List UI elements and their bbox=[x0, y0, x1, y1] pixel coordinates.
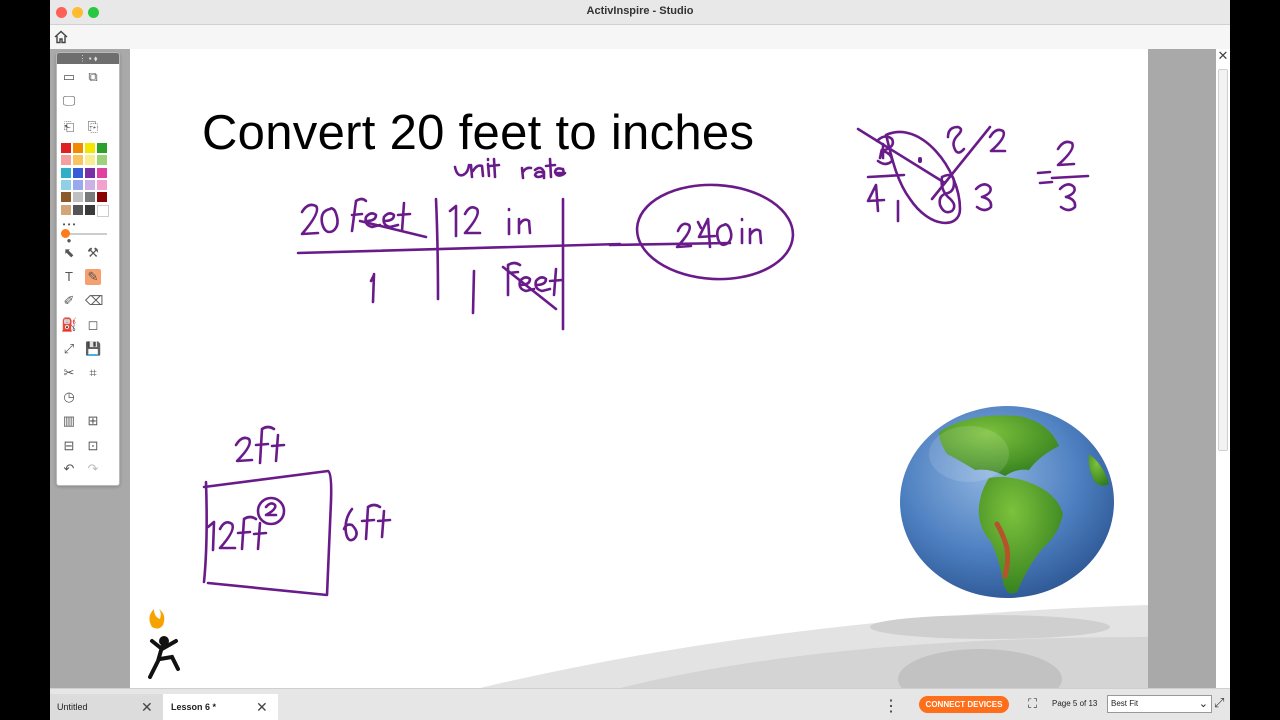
more-options-icon[interactable]: ⋮ bbox=[883, 696, 899, 716]
tab-label: Lesson 6 * bbox=[171, 702, 217, 712]
redo-icon[interactable]: ↷ bbox=[85, 461, 101, 477]
camera-icon[interactable]: ⌗ bbox=[85, 365, 101, 381]
scrollbar-thumb[interactable] bbox=[1218, 69, 1228, 451]
close-page-icon[interactable]: ✕ bbox=[1216, 49, 1230, 63]
color-swatch[interactable] bbox=[61, 155, 71, 166]
color-swatch[interactable] bbox=[73, 204, 83, 215]
highlighter-icon[interactable]: ✐ bbox=[61, 293, 77, 309]
flipchart-page[interactable]: Convert 20 feet to inches bbox=[130, 49, 1148, 688]
color-swatch[interactable] bbox=[85, 155, 95, 166]
fill-icon[interactable]: ⛽ bbox=[61, 317, 77, 333]
tab-lesson-6[interactable]: Lesson 6 * ✕ bbox=[163, 694, 278, 720]
activinspire-logo bbox=[148, 609, 180, 679]
home-icon[interactable] bbox=[53, 29, 69, 45]
desktop-icon[interactable]: ⧉ bbox=[85, 69, 101, 85]
color-swatch[interactable] bbox=[97, 167, 107, 178]
pen-icon[interactable]: ✎ bbox=[85, 269, 101, 285]
color-swatch[interactable] bbox=[97, 155, 107, 166]
color-swatch[interactable] bbox=[73, 167, 83, 178]
text-icon[interactable]: T bbox=[61, 269, 77, 285]
color-swatch[interactable] bbox=[61, 204, 71, 215]
spotlight-icon[interactable]: ⊡ bbox=[85, 438, 101, 454]
color-swatch[interactable] bbox=[61, 143, 71, 153]
color-swatch[interactable] bbox=[85, 143, 95, 153]
color-swatch[interactable] bbox=[61, 192, 71, 203]
fullscreen-icon[interactable]: ⤢ bbox=[1214, 695, 1224, 711]
color-swatch[interactable] bbox=[85, 179, 95, 190]
color-swatch[interactable] bbox=[97, 204, 109, 217]
sub-bar bbox=[50, 25, 1230, 49]
page-forward-icon[interactable]: ⎘ bbox=[85, 119, 101, 135]
title-bar: ActivInspire - Studio bbox=[50, 0, 1230, 25]
canvas-stage: Convert 20 feet to inches bbox=[50, 49, 1230, 688]
revealer-icon[interactable]: ⊟ bbox=[61, 438, 77, 454]
save-icon[interactable]: 💾 bbox=[85, 341, 101, 357]
close-icon[interactable]: ✕ bbox=[256, 694, 268, 720]
main-toolbox[interactable]: ⋮ ▪ ⬧ ▭ ⧉ 🖵 ⎗ ⎘ • • • ● ⬉ ⚒ T ✎ ✐ ⌫ ⛽ ◻ … bbox=[56, 52, 120, 486]
select-icon[interactable]: ⬉ bbox=[61, 245, 77, 261]
toolbox-grip[interactable]: ⋮ ▪ ⬧ bbox=[57, 53, 119, 64]
color-swatch[interactable] bbox=[97, 143, 107, 153]
undo-icon[interactable]: ↶ bbox=[61, 461, 77, 477]
color-swatch[interactable] bbox=[97, 179, 107, 190]
color-swatch[interactable] bbox=[85, 167, 95, 178]
color-swatch[interactable] bbox=[61, 167, 71, 178]
screen-icon[interactable]: 🖵 bbox=[61, 93, 77, 109]
tools-icon[interactable]: ⚒ bbox=[85, 245, 101, 261]
width-slider-handle[interactable] bbox=[61, 229, 70, 238]
chevron-down-icon: ⌄ bbox=[1198, 698, 1208, 710]
vertical-scrollbar[interactable]: ✕ bbox=[1216, 49, 1230, 688]
globe-image bbox=[900, 406, 1114, 598]
whiteboard-icon[interactable]: ▭ bbox=[61, 69, 77, 85]
color-swatch[interactable] bbox=[73, 192, 83, 203]
page-counter: Page 5 of 13 bbox=[1052, 699, 1098, 708]
pages-icon[interactable]: ▥ bbox=[61, 413, 77, 429]
app-title: ActivInspire - Studio bbox=[586, 5, 694, 17]
color-swatch[interactable] bbox=[73, 143, 83, 153]
color-swatch[interactable] bbox=[73, 155, 83, 166]
library-icon[interactable]: ⊞ bbox=[85, 413, 101, 429]
presentation-icon[interactable]: ⛶ bbox=[1028, 696, 1037, 712]
horizon-decoration bbox=[480, 605, 1148, 688]
tab-bar: Untitled ✕ Lesson 6 * ✕ ⋮ CONNECT DEVICE… bbox=[50, 688, 1230, 720]
color-swatch[interactable] bbox=[85, 192, 95, 203]
clock-icon[interactable]: ◷ bbox=[61, 389, 77, 405]
page-back-icon[interactable]: ⎗ bbox=[61, 119, 77, 135]
color-swatch[interactable] bbox=[97, 192, 107, 203]
shapes-icon[interactable]: ◻ bbox=[85, 317, 101, 333]
zoom-select[interactable]: Best Fit ⌄ bbox=[1107, 695, 1212, 713]
tab-untitled[interactable]: Untitled ✕ bbox=[50, 694, 163, 720]
app-window: ActivInspire - Studio Convert 20 feet to… bbox=[50, 0, 1230, 720]
connect-devices-button[interactable]: CONNECT DEVICES bbox=[919, 696, 1009, 713]
zoom-value: Best Fit bbox=[1111, 699, 1139, 708]
connector-icon[interactable]: ⤢ bbox=[61, 341, 77, 357]
color-swatch[interactable] bbox=[85, 204, 95, 215]
eraser-icon[interactable]: ⌫ bbox=[85, 293, 103, 309]
color-swatch[interactable] bbox=[61, 179, 71, 190]
tab-label: Untitled bbox=[57, 702, 88, 712]
clear-icon[interactable]: ✂ bbox=[61, 365, 77, 381]
color-swatch[interactable] bbox=[73, 179, 83, 190]
close-icon[interactable]: ✕ bbox=[141, 694, 153, 720]
